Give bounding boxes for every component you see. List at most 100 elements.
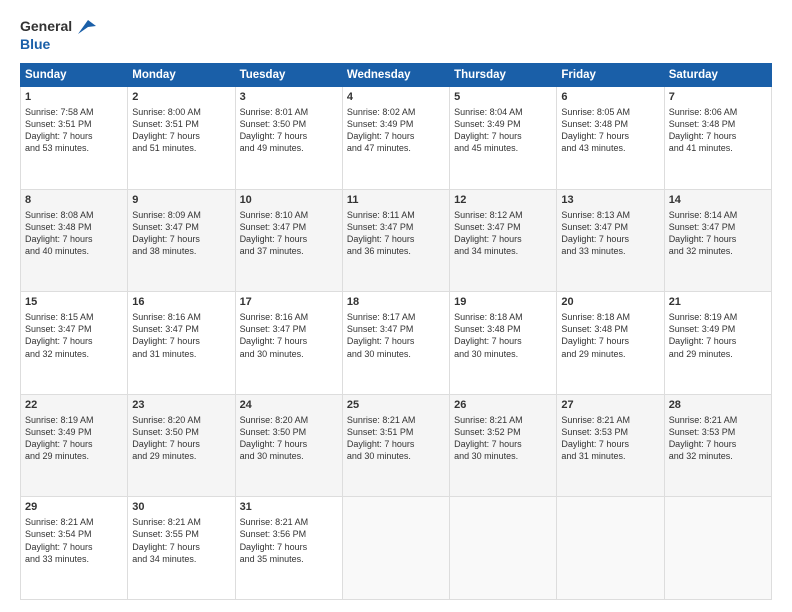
- cell-line: Sunrise: 8:15 AM: [25, 311, 123, 323]
- cell-line: and 30 minutes.: [240, 348, 338, 360]
- cell-line: and 35 minutes.: [240, 553, 338, 565]
- cell-line: Sunset: 3:47 PM: [240, 323, 338, 335]
- cell-line: and 32 minutes.: [25, 348, 123, 360]
- cell-line: Sunrise: 8:21 AM: [454, 414, 552, 426]
- day-number: 8: [25, 193, 123, 208]
- col-header-thursday: Thursday: [450, 64, 557, 87]
- cell-line: and 32 minutes.: [669, 450, 767, 462]
- cell-line: Daylight: 7 hours: [25, 438, 123, 450]
- cell-line: and 31 minutes.: [561, 450, 659, 462]
- logo-bird-icon: [78, 20, 96, 34]
- cell-line: and 40 minutes.: [25, 245, 123, 257]
- col-header-wednesday: Wednesday: [342, 64, 449, 87]
- calendar-cell: [557, 497, 664, 600]
- day-number: 19: [454, 295, 552, 310]
- cell-line: Sunrise: 8:21 AM: [240, 516, 338, 528]
- cell-line: Sunset: 3:47 PM: [669, 221, 767, 233]
- calendar-cell: [450, 497, 557, 600]
- calendar-cell: 11Sunrise: 8:11 AMSunset: 3:47 PMDayligh…: [342, 189, 449, 292]
- cell-line: Daylight: 7 hours: [347, 438, 445, 450]
- cell-line: and 29 minutes.: [25, 450, 123, 462]
- cell-line: Sunset: 3:56 PM: [240, 528, 338, 540]
- cell-line: Sunset: 3:47 PM: [132, 323, 230, 335]
- cell-line: Sunset: 3:49 PM: [347, 118, 445, 130]
- cell-line: Sunrise: 8:13 AM: [561, 209, 659, 221]
- calendar-cell: 1Sunrise: 7:58 AMSunset: 3:51 PMDaylight…: [21, 87, 128, 190]
- cell-line: and 31 minutes.: [132, 348, 230, 360]
- calendar-cell: 28Sunrise: 8:21 AMSunset: 3:53 PMDayligh…: [664, 394, 771, 497]
- cell-line: and 30 minutes.: [240, 450, 338, 462]
- day-number: 27: [561, 398, 659, 413]
- cell-line: Sunset: 3:50 PM: [240, 118, 338, 130]
- page: General Blue SundayMondayTuesdayWednesda…: [0, 0, 792, 612]
- day-number: 2: [132, 90, 230, 105]
- cell-line: Sunrise: 8:20 AM: [132, 414, 230, 426]
- cell-line: and 30 minutes.: [454, 450, 552, 462]
- cell-line: Sunrise: 8:21 AM: [132, 516, 230, 528]
- logo: General Blue: [20, 18, 96, 53]
- cell-line: Sunset: 3:51 PM: [25, 118, 123, 130]
- cell-line: Sunset: 3:48 PM: [561, 118, 659, 130]
- cell-line: and 41 minutes.: [669, 142, 767, 154]
- cell-line: Daylight: 7 hours: [347, 233, 445, 245]
- cell-line: and 30 minutes.: [347, 348, 445, 360]
- day-number: 30: [132, 500, 230, 515]
- cell-line: and 34 minutes.: [132, 553, 230, 565]
- day-number: 1: [25, 90, 123, 105]
- col-header-tuesday: Tuesday: [235, 64, 342, 87]
- cell-line: and 49 minutes.: [240, 142, 338, 154]
- day-number: 21: [669, 295, 767, 310]
- cell-line: Sunrise: 8:17 AM: [347, 311, 445, 323]
- day-number: 20: [561, 295, 659, 310]
- day-number: 14: [669, 193, 767, 208]
- calendar-cell: [342, 497, 449, 600]
- calendar-cell: 25Sunrise: 8:21 AMSunset: 3:51 PMDayligh…: [342, 394, 449, 497]
- cell-line: and 51 minutes.: [132, 142, 230, 154]
- calendar-cell: 23Sunrise: 8:20 AMSunset: 3:50 PMDayligh…: [128, 394, 235, 497]
- day-number: 17: [240, 295, 338, 310]
- day-number: 31: [240, 500, 338, 515]
- cell-line: Sunrise: 8:12 AM: [454, 209, 552, 221]
- cell-line: Sunrise: 8:16 AM: [240, 311, 338, 323]
- cell-line: and 38 minutes.: [132, 245, 230, 257]
- cell-line: and 45 minutes.: [454, 142, 552, 154]
- day-number: 4: [347, 90, 445, 105]
- cell-line: Daylight: 7 hours: [454, 335, 552, 347]
- cell-line: and 47 minutes.: [347, 142, 445, 154]
- cell-line: Sunrise: 8:08 AM: [25, 209, 123, 221]
- calendar-cell: 19Sunrise: 8:18 AMSunset: 3:48 PMDayligh…: [450, 292, 557, 395]
- calendar-week-1: 1Sunrise: 7:58 AMSunset: 3:51 PMDaylight…: [21, 87, 772, 190]
- calendar-cell: 26Sunrise: 8:21 AMSunset: 3:52 PMDayligh…: [450, 394, 557, 497]
- cell-line: Daylight: 7 hours: [561, 233, 659, 245]
- logo-container: General Blue: [20, 18, 96, 53]
- cell-line: Sunset: 3:53 PM: [669, 426, 767, 438]
- cell-line: Daylight: 7 hours: [240, 541, 338, 553]
- day-number: 6: [561, 90, 659, 105]
- cell-line: and 29 minutes.: [669, 348, 767, 360]
- day-number: 24: [240, 398, 338, 413]
- calendar-cell: 13Sunrise: 8:13 AMSunset: 3:47 PMDayligh…: [557, 189, 664, 292]
- calendar-cell: 2Sunrise: 8:00 AMSunset: 3:51 PMDaylight…: [128, 87, 235, 190]
- day-number: 29: [25, 500, 123, 515]
- cell-line: and 30 minutes.: [347, 450, 445, 462]
- cell-line: Sunrise: 8:21 AM: [25, 516, 123, 528]
- cell-line: and 43 minutes.: [561, 142, 659, 154]
- calendar-cell: 3Sunrise: 8:01 AMSunset: 3:50 PMDaylight…: [235, 87, 342, 190]
- cell-line: Sunset: 3:47 PM: [347, 221, 445, 233]
- calendar-week-5: 29Sunrise: 8:21 AMSunset: 3:54 PMDayligh…: [21, 497, 772, 600]
- cell-line: and 53 minutes.: [25, 142, 123, 154]
- cell-line: Sunrise: 8:04 AM: [454, 106, 552, 118]
- cell-line: Daylight: 7 hours: [132, 335, 230, 347]
- calendar-header-row: SundayMondayTuesdayWednesdayThursdayFrid…: [21, 64, 772, 87]
- day-number: 12: [454, 193, 552, 208]
- cell-line: Daylight: 7 hours: [561, 130, 659, 142]
- cell-line: Sunrise: 8:21 AM: [561, 414, 659, 426]
- logo-blue: Blue: [20, 36, 50, 52]
- cell-line: Sunset: 3:55 PM: [132, 528, 230, 540]
- cell-line: Daylight: 7 hours: [454, 233, 552, 245]
- cell-line: Daylight: 7 hours: [669, 335, 767, 347]
- calendar-cell: 7Sunrise: 8:06 AMSunset: 3:48 PMDaylight…: [664, 87, 771, 190]
- calendar-week-3: 15Sunrise: 8:15 AMSunset: 3:47 PMDayligh…: [21, 292, 772, 395]
- cell-line: and 36 minutes.: [347, 245, 445, 257]
- cell-line: Sunset: 3:49 PM: [25, 426, 123, 438]
